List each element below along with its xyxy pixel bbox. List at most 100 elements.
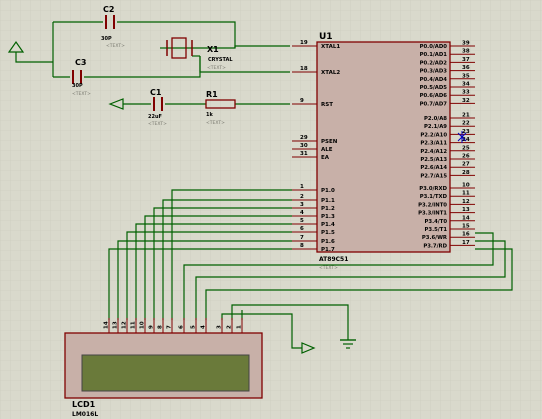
u1-part-label: AT89C51 — [319, 256, 348, 263]
u1-pin-number: 39 — [462, 41, 470, 47]
u1-pin-name: XTAL1 — [321, 44, 340, 50]
lcd-pin-number: 5 — [191, 325, 197, 329]
u1-pin-number: 37 — [462, 57, 470, 63]
u1-pin-number: 27 — [462, 162, 470, 168]
u1-pin-name: P0.2/AD2 — [420, 60, 448, 66]
u1-pin-number: 13 — [462, 207, 470, 213]
u1-pin-number: 3 — [300, 202, 304, 208]
u1-pin-number: 14 — [462, 215, 470, 221]
c3-value-label: 30P — [72, 83, 83, 89]
u1-pin-number: 29 — [300, 135, 308, 141]
u1-pin-number: 30 — [300, 143, 308, 149]
lcd-screen — [81, 354, 250, 392]
lcd-pin-number: 1 — [237, 325, 243, 329]
c1-text-placeholder: <TEXT> — [148, 121, 167, 127]
u1-pin-name: P0.5/AD5 — [420, 85, 448, 91]
u1-pin-name: P2.7/A15 — [420, 173, 447, 179]
c1-ref-label: C1 — [150, 88, 162, 97]
u1-pin-name: EA — [321, 155, 330, 161]
u1-pin-name: P2.1/A9 — [424, 124, 447, 130]
lcd-pin-number: 13 — [113, 321, 119, 329]
u1-pin-name: P1.4 — [321, 222, 335, 228]
u1-pin-number: 5 — [300, 218, 304, 224]
u1-text-placeholder: <TEXT> — [319, 265, 338, 271]
lcd-pin-number: 7 — [167, 325, 173, 329]
u1-pin-number: 19 — [300, 40, 308, 46]
lcd-part-label: LM016L — [72, 411, 98, 418]
u1-pin-name: P3.0/RXD — [419, 186, 447, 192]
u1-pin-name: P2.6/A14 — [420, 165, 447, 171]
lcd-pin-number: 3 — [217, 325, 223, 329]
c2-value-label: 30P — [101, 36, 112, 42]
u1-pin-number: 33 — [462, 90, 470, 96]
u1-pin-number: 7 — [300, 235, 304, 241]
lcd-pin-number: 8 — [158, 325, 164, 329]
lcd-pin-number: 4 — [201, 325, 207, 329]
u1-pin-name: P0.4/AD4 — [420, 77, 448, 83]
c3-text-placeholder: <TEXT> — [72, 91, 91, 97]
u1-pin-number: 8 — [300, 243, 304, 249]
u1-pin-number: 18 — [300, 66, 308, 72]
u1-pin-name: RST — [321, 102, 333, 108]
u1-pin-number: 15 — [462, 224, 470, 230]
u1-pin-number: 23 — [462, 129, 470, 135]
u1-pin-name: P1.1 — [321, 198, 335, 204]
u1-pin-number: 12 — [462, 199, 470, 205]
u1-pin-number: 22 — [462, 121, 470, 127]
lcd-pin-number: 6 — [179, 325, 185, 329]
u1-pin-number: 25 — [462, 145, 470, 151]
u1-pin-name: P3.4/T0 — [425, 219, 448, 225]
x1-ref-label: X1 — [207, 45, 219, 54]
schematic-canvas[interactable]: C2 30P <TEXT> C3 30P <TEXT> X1 CRYSTAL <… — [0, 0, 542, 419]
u1-pin-name: P3.1/TXD — [420, 194, 448, 200]
u1-pin-name: P0.1/AD1 — [420, 52, 448, 58]
u1-ref-label: U1 — [319, 32, 333, 42]
u1-pin-name: P0.3/AD3 — [420, 69, 448, 75]
u1-pin-number: 26 — [462, 154, 470, 160]
u1-pin-number: 28 — [462, 170, 470, 176]
microcontroller-u1[interactable]: U1 AT89C51 <TEXT> 19XTAL118XTAL29RST29PS… — [292, 32, 475, 271]
u1-pin-name: P2.2/A10 — [420, 132, 447, 138]
u1-pin-name: P2.3/A11 — [420, 141, 447, 147]
u1-pin-number: 10 — [462, 183, 470, 189]
u1-pin-name: P2.4/A12 — [420, 149, 447, 155]
u1-pin-name: PSEN — [321, 139, 338, 145]
c2-text-placeholder: <TEXT> — [106, 43, 125, 49]
u1-pin-number: 16 — [462, 232, 470, 238]
u1-pin-name: P1.2 — [321, 206, 335, 212]
r1-ref-label: R1 — [206, 90, 218, 99]
c2-ref-label: C2 — [103, 5, 114, 14]
u1-pin-number: 34 — [462, 82, 470, 88]
u1-pin-name: P2.0/A8 — [424, 116, 447, 122]
lcd-pin-number: 2 — [227, 325, 233, 329]
u1-pin-number: 4 — [300, 210, 304, 216]
u1-pin-name: XTAL2 — [321, 70, 340, 76]
u1-pin-name: P1.7 — [321, 247, 335, 253]
x1-value-label: CRYSTAL — [208, 57, 233, 63]
u1-pin-name: P2.5/A13 — [420, 157, 447, 163]
u1-pin-number: 1 — [300, 184, 304, 190]
x1-text-placeholder: <TEXT> — [207, 65, 226, 71]
lcd-pin-number: 11 — [131, 321, 137, 329]
u1-pin-name: P3.2/INT0 — [418, 202, 447, 208]
u1-pin-number: 9 — [300, 98, 304, 104]
u1-pin-number: 6 — [300, 226, 304, 232]
u1-pin-number: 2 — [300, 194, 304, 200]
r1-text-placeholder: <TEXT> — [206, 120, 225, 126]
u1-pin-name: P3.6/WR — [422, 235, 447, 241]
lcd-pin-number: 10 — [140, 321, 146, 329]
u1-pin-name: P1.3 — [321, 214, 335, 220]
u1-pin-name: P3.5/T1 — [425, 227, 448, 233]
u1-pin-number: 17 — [462, 240, 470, 246]
lcd-ref-label: LCD1 — [72, 400, 96, 409]
lcd-pin-number: 9 — [149, 325, 155, 329]
lcd-pin-number: 12 — [122, 321, 128, 329]
c1-value-label: 22uF — [148, 114, 162, 120]
c3-ref-label: C3 — [75, 58, 86, 67]
u1-pin-name: P1.0 — [321, 188, 335, 194]
u1-pin-name: P1.5 — [321, 230, 335, 236]
u1-pin-number: 21 — [462, 113, 470, 119]
u1-pin-number: 11 — [462, 191, 470, 197]
u1-pin-name: P0.0/AD0 — [420, 44, 448, 50]
u1-pin-number: 32 — [462, 98, 470, 104]
